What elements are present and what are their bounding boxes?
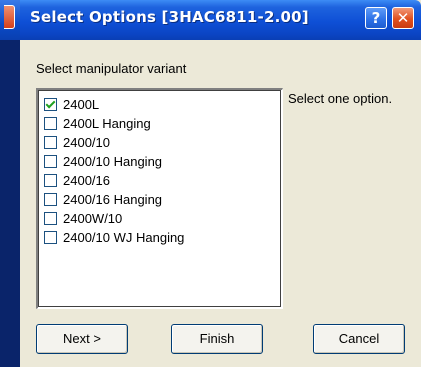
next-button[interactable]: Next >	[36, 324, 128, 354]
checkbox[interactable]	[44, 212, 57, 225]
close-icon[interactable]: ✕	[392, 7, 414, 29]
cancel-button[interactable]: Cancel	[313, 324, 405, 354]
finish-button[interactable]: Finish	[171, 324, 263, 354]
option-label: 2400/10	[63, 135, 110, 150]
option-2400-10-hanging[interactable]: 2400/10 Hanging	[44, 152, 184, 171]
option-2400-10[interactable]: 2400/10	[44, 133, 184, 152]
option-2400-16-hanging[interactable]: 2400/16 Hanging	[44, 190, 184, 209]
checkbox[interactable]	[44, 117, 57, 130]
option-label: 2400/10 WJ Hanging	[63, 230, 185, 245]
instruction-label: Select manipulator variant	[36, 61, 187, 76]
option-2400-16[interactable]: 2400/16	[44, 171, 184, 190]
option-2400w-10[interactable]: 2400W/10	[44, 209, 184, 228]
option-2400l[interactable]: 2400L	[44, 95, 184, 114]
variant-list[interactable]: 2400L 2400L Hanging 2400/10 2400/10 Hang…	[36, 88, 283, 309]
checkbox[interactable]	[44, 136, 57, 149]
checkbox[interactable]	[44, 155, 57, 168]
option-2400-10-wj-hanging[interactable]: 2400/10 WJ Hanging	[44, 228, 184, 247]
help-icon[interactable]: ?	[365, 7, 387, 29]
option-label: 2400/16 Hanging	[63, 192, 163, 207]
window-title: Select Options [3HAC6811-2.00]	[30, 8, 309, 26]
option-2400l-hanging[interactable]: 2400L Hanging	[44, 114, 184, 133]
option-label: 2400W/10	[63, 211, 123, 226]
titlebar[interactable]: Select Options [3HAC6811-2.00] ? ✕	[20, 0, 421, 40]
option-label: 2400/10 Hanging	[63, 154, 163, 169]
parent-close-icon[interactable]	[4, 5, 15, 29]
option-label: 2400L	[63, 97, 100, 112]
checkbox[interactable]	[44, 174, 57, 187]
hint-text: Select one option.	[288, 91, 393, 106]
parent-window-edge	[0, 0, 20, 367]
checkbox[interactable]	[44, 231, 57, 244]
checkbox[interactable]	[44, 193, 57, 206]
option-label: 2400/16	[63, 173, 110, 188]
option-label: 2400L Hanging	[63, 116, 151, 131]
select-options-dialog: Select Options [3HAC6811-2.00] ? ✕ Selec…	[20, 0, 421, 367]
checkbox[interactable]	[44, 98, 57, 111]
